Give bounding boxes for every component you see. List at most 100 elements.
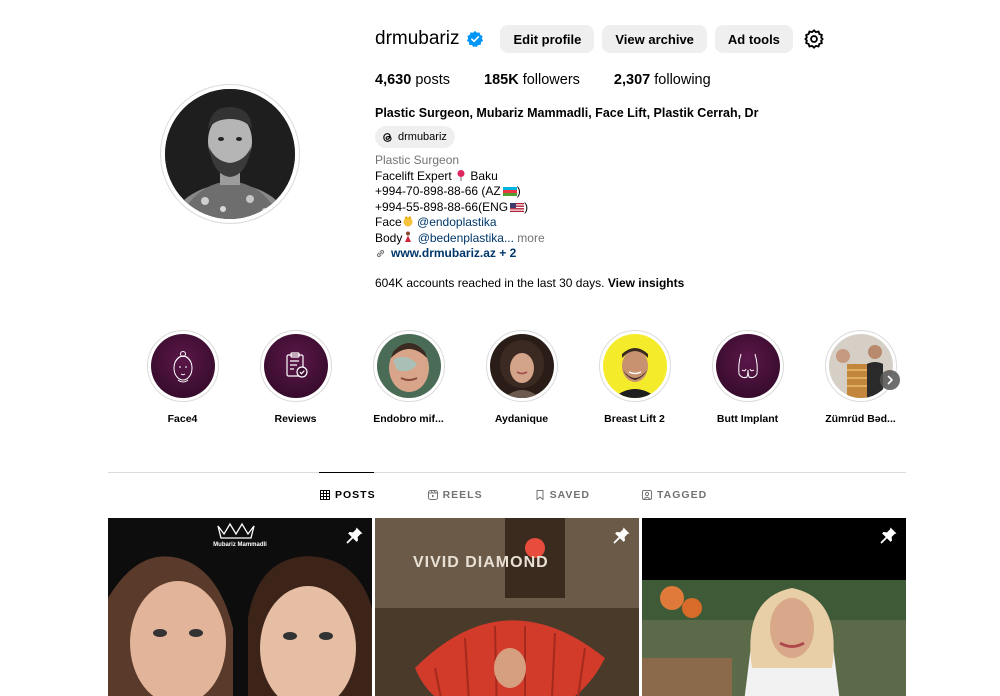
- clipboard-check-icon: [285, 352, 308, 378]
- posts-label: posts: [415, 72, 450, 88]
- website-link[interactable]: www.drmubariz.az + 2: [375, 246, 545, 262]
- tab-posts[interactable]: POSTS: [320, 489, 376, 501]
- bio-phone-eng: +994-55-898-88-66(ENG: [375, 199, 509, 214]
- tab-saved[interactable]: SAVED: [535, 489, 590, 501]
- followers-stat[interactable]: 185K followers: [484, 72, 580, 88]
- followers-label[interactable]: followers: [523, 72, 580, 88]
- pinned-icon: [613, 527, 630, 544]
- post-tile[interactable]: Mubariz Mammadli: [108, 518, 372, 696]
- profile-avatar[interactable]: [165, 89, 295, 219]
- posts-stat: 4,630 posts: [375, 72, 450, 88]
- insights-summary: 604K accounts reached in the last 30 day…: [375, 276, 684, 290]
- highlight-breast-lift[interactable]: Breast Lift 2: [597, 330, 672, 425]
- bookmark-icon: [536, 490, 544, 500]
- highlight-ring[interactable]: [598, 330, 671, 402]
- bio-paren: ): [524, 199, 529, 214]
- highlight-photo: [602, 334, 667, 398]
- pinned-icon: [346, 527, 363, 544]
- highlight-cover: [263, 334, 328, 398]
- tab-reels[interactable]: REELS: [427, 489, 483, 501]
- full-name: Plastic Surgeon, Mubariz Mammadli, Face …: [375, 106, 759, 120]
- following-count[interactable]: 2,307: [614, 72, 650, 88]
- post-tile[interactable]: VIVID DIAMOND: [375, 518, 639, 696]
- view-archive-button[interactable]: View archive: [602, 25, 707, 53]
- us-flag-icon: [510, 202, 525, 212]
- highlight-photo: [376, 334, 441, 398]
- bio-line-4: Face @endoplastika: [375, 215, 545, 231]
- highlight-ring[interactable]: [146, 330, 219, 402]
- view-insights-link[interactable]: View insights: [608, 276, 684, 290]
- highlight-cover: [489, 334, 554, 398]
- highlight-ring[interactable]: [711, 330, 784, 402]
- highlight-label: Breast Lift 2: [604, 413, 665, 425]
- bio-text: Facelift Expert: [375, 168, 452, 183]
- post-tile[interactable]: [642, 518, 906, 696]
- highlight-face4[interactable]: Face4: [145, 330, 220, 425]
- body-outline-icon: [737, 353, 758, 379]
- highlight-photo: [828, 334, 893, 398]
- highlight-endobro[interactable]: Endobro mif...: [371, 330, 446, 425]
- profile-bio: Plastic Surgeon Facelift Expert Baku +99…: [375, 153, 545, 262]
- highlight-cover: [376, 334, 441, 398]
- bio-place: Baku: [470, 168, 498, 183]
- highlight-label: Endobro mif...: [373, 413, 444, 425]
- bedenplastika-mention[interactable]: @bedenplastika...: [418, 231, 514, 245]
- highlight-butt-implant[interactable]: Butt Implant: [710, 330, 785, 425]
- bio-paren: ): [516, 184, 521, 198]
- following-label[interactable]: following: [654, 72, 710, 88]
- highlight-ring[interactable]: [259, 330, 332, 402]
- threads-handle: drmubariz: [398, 131, 447, 143]
- highlights-next-button[interactable]: [880, 370, 900, 390]
- bio-line-1: Facelift Expert Baku: [375, 169, 545, 185]
- highlight-label: Aydanique: [494, 413, 549, 425]
- grid-icon: [320, 490, 330, 500]
- bio-more-link[interactable]: more: [517, 231, 544, 245]
- bio-category: Plastic Surgeon: [375, 153, 460, 167]
- edit-profile-button[interactable]: Edit profile: [500, 25, 595, 53]
- profile-header-row: drmubariz Edit profile View archive Ad t…: [375, 25, 825, 53]
- posts-grid: Mubariz Mammadli VIVID DIAMOND: [108, 518, 909, 696]
- highlight-label: Zümrüd Bəd...: [825, 413, 896, 425]
- website-link-text[interactable]: www.drmubariz.az + 2: [391, 246, 516, 262]
- verified-badge-icon: [467, 30, 484, 48]
- story-highlights: Face4 Reviews Endobro mif... Aydanique B…: [145, 330, 936, 425]
- face-outline-icon: [173, 351, 192, 383]
- dancer-emoji-icon: [405, 231, 412, 242]
- settings-gear-icon[interactable]: [803, 28, 825, 50]
- username: drmubariz: [375, 28, 460, 49]
- highlight-aydanique[interactable]: Aydanique: [484, 330, 559, 425]
- ad-tools-button[interactable]: Ad tools: [714, 25, 793, 53]
- bio-body-label: Body: [375, 230, 403, 245]
- highlight-reviews[interactable]: Reviews: [258, 330, 333, 425]
- highlight-ring[interactable]: [824, 330, 897, 402]
- chevron-right-icon: [887, 375, 893, 385]
- endoplastika-mention[interactable]: @endoplastika: [417, 215, 497, 229]
- followers-count[interactable]: 185K: [484, 72, 519, 88]
- highlight-ring[interactable]: [372, 330, 445, 402]
- profile-avatar-ring[interactable]: [160, 84, 300, 224]
- post-image: [375, 518, 639, 696]
- tab-label[interactable]: TAGGED: [657, 489, 707, 501]
- profile-stats: 4,630 posts 185K followers 2,307 followi…: [375, 72, 745, 88]
- bio-line-3: +994-55-898-88-66(ENG): [375, 200, 545, 216]
- highlight-cover: [715, 334, 780, 398]
- tab-label[interactable]: POSTS: [335, 489, 376, 501]
- threads-badge[interactable]: drmubariz: [375, 126, 455, 148]
- bio-line-5: Body @bedenplastika... more: [375, 231, 545, 247]
- highlight-ring[interactable]: [485, 330, 558, 402]
- following-stat[interactable]: 2,307 following: [614, 72, 711, 88]
- tab-label[interactable]: SAVED: [550, 489, 590, 501]
- highlight-label: Reviews: [274, 413, 317, 425]
- avatar-photo: [165, 89, 295, 219]
- bio-line-2: +994-70-898-88-66 (AZ): [375, 184, 545, 200]
- highlight-label: Butt Implant: [716, 413, 779, 425]
- pin-emoji-icon: [457, 169, 465, 181]
- pinned-icon: [880, 527, 897, 544]
- tabs-divider: [108, 472, 906, 473]
- highlight-label: Face4: [167, 413, 198, 425]
- tab-tagged[interactable]: TAGGED: [642, 489, 707, 501]
- bio-face-label: Face: [375, 215, 402, 229]
- post-sign-text: VIVID DIAMOND: [413, 554, 549, 571]
- tab-label[interactable]: REELS: [443, 489, 483, 501]
- highlight-cover: [828, 334, 893, 398]
